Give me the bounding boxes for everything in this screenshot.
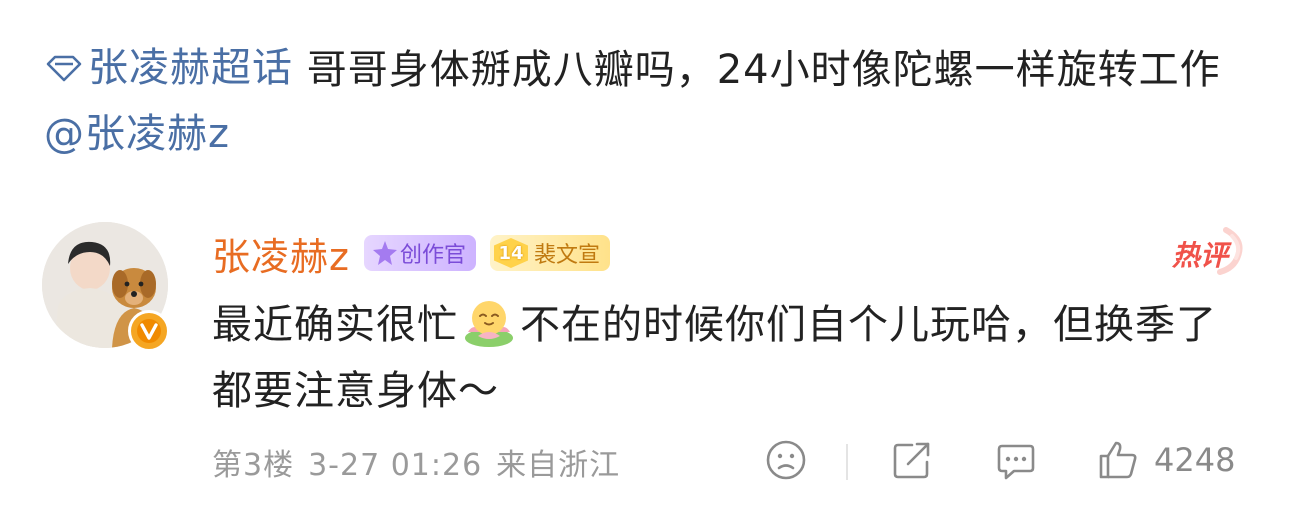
fan-badge[interactable]: 14 裴文宣 [489,235,610,271]
comment-meta: 第3楼 3-27 01:26 来自浙江 [212,440,634,484]
topic-link[interactable]: 张凌赫超话 [44,36,293,100]
comment-header: 张凌赫z 创作官 14 裴文宣 [212,226,610,281]
comment-icon [997,444,1035,480]
creator-badge[interactable]: 创作官 [363,235,476,271]
like-count: 4248 [1154,441,1236,479]
like-button[interactable]: 4248 [1096,436,1235,484]
thumbs-up-icon [1099,441,1137,479]
comment-text: 最近确实很忙 不在的时候你们自个儿玩哈，但换季了都要注意身体～ [212,292,1252,424]
verified-v-icon [128,310,170,352]
fan-level: 14 [493,238,528,268]
share-icon [893,442,930,479]
sad-face-icon [766,440,806,480]
comment-username[interactable]: 张凌赫z [212,226,350,281]
post-body: 哥哥身体掰成八瓣吗，24小时像陀螺一样旋转工作 [293,47,1221,93]
hot-comment-tag: 热评 [1168,226,1248,276]
creator-star-icon [372,241,397,265]
diamond-icon [46,55,82,82]
comment-time: 3-27 01:26 [308,448,483,483]
lotus-emoji-icon [465,301,513,347]
floor-number: 第3楼 [212,448,295,483]
action-divider [846,444,848,480]
dislike-button[interactable] [764,436,808,484]
fan-name: 裴文宣 [533,243,600,268]
share-button[interactable] [890,436,934,484]
comment-button[interactable] [994,436,1038,484]
topic-label: 张凌赫超话 [88,45,293,91]
comment-text-part1: 最近确实很忙 [212,302,458,348]
creator-badge-label: 创作官 [399,243,466,268]
comment-location: 来自浙江 [496,448,621,483]
hot-comment-label: 热评 [1172,239,1229,272]
post-text: 张凌赫超话 哥哥身体掰成八瓣吗，24小时像陀螺一样旋转工作 @张凌赫z [44,36,1264,166]
avatar[interactable] [42,222,170,352]
mention-link[interactable]: @张凌赫z [44,111,230,157]
